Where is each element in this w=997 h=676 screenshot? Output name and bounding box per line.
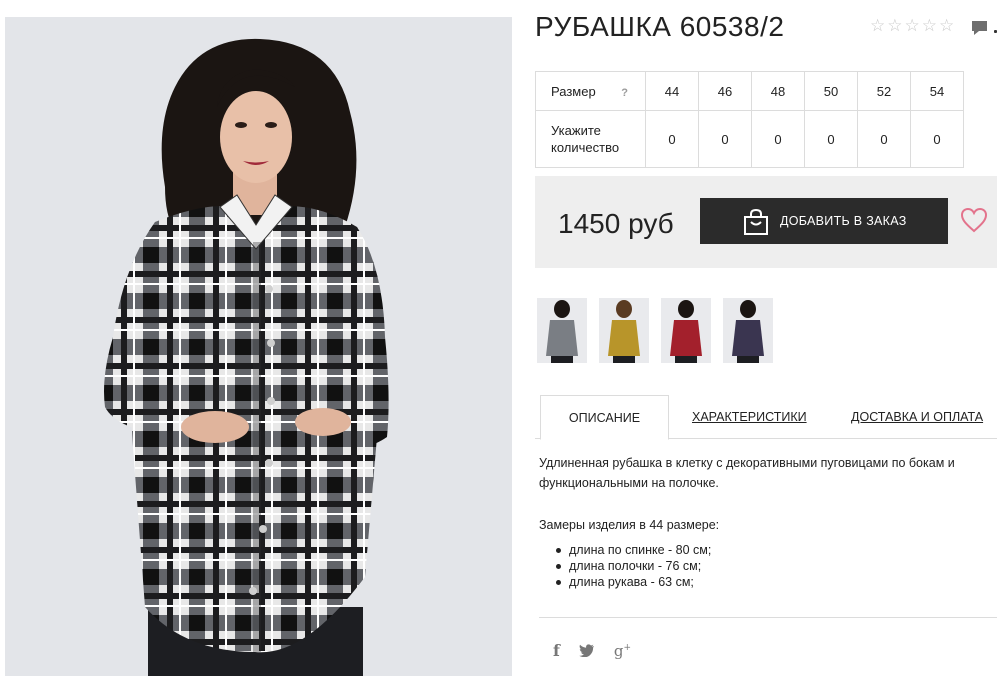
measurement-item: длина по спинке - 80 см;: [556, 542, 711, 558]
size-cell: 52: [857, 71, 911, 111]
size-cell: 44: [645, 71, 699, 111]
price-panel: 1450 руб ДОБАВИТЬ В ЗАКАЗ: [535, 176, 997, 268]
quantity-input[interactable]: 0: [804, 110, 858, 168]
star-icon[interactable]: ☆: [922, 17, 937, 35]
quantity-input[interactable]: 0: [751, 110, 805, 168]
measurements-title: Замеры изделия в 44 размере:: [539, 518, 720, 532]
add-to-order-label: ДОБАВИТЬ В ЗАКАЗ: [780, 214, 907, 228]
product-title: РУБАШКА 60538/2: [535, 11, 785, 42]
star-icon[interactable]: ☆: [905, 17, 920, 35]
size-cell: 46: [698, 71, 752, 111]
google-plus-icon[interactable]: g+: [614, 642, 631, 660]
tab-description[interactable]: ОПИСАНИЕ: [540, 395, 669, 440]
measurement-item: длина полочки - 76 см;: [556, 558, 711, 574]
thumbnail-gallery: [537, 298, 773, 363]
size-label: Размер: [551, 83, 596, 99]
size-quantity-table: Размер ? 44 46 48 50 52 54 Укажите колич…: [535, 71, 964, 168]
size-help-icon[interactable]: ?: [621, 85, 628, 102]
quantity-input[interactable]: 0: [857, 110, 911, 168]
social-share: f g+: [553, 641, 631, 660]
facebook-icon[interactable]: f: [553, 641, 560, 660]
quantity-label: Укажите количество: [535, 110, 646, 168]
size-cell: 50: [804, 71, 858, 111]
measurements-list: длина по спинке - 80 см; длина полочки -…: [556, 542, 711, 590]
size-cell: 54: [910, 71, 964, 111]
star-icon[interactable]: ☆: [939, 17, 954, 35]
size-cell: 48: [751, 71, 805, 111]
product-details: РУБАШКА 60538/2 ☆ ☆ ☆ ☆ ☆ Размер ? 44 46…: [535, 0, 997, 676]
quantity-input[interactable]: 0: [645, 110, 699, 168]
heart-icon[interactable]: [960, 207, 988, 233]
twitter-icon[interactable]: [578, 644, 595, 657]
product-price: 1450 руб: [558, 208, 674, 239]
thumbnail-navy[interactable]: [723, 298, 773, 363]
thumbnail-yellow[interactable]: [599, 298, 649, 363]
measurement-item: длина рукава - 63 см;: [556, 574, 711, 590]
product-tabs: ОПИСАНИЕ ХАРАКТЕРИСТИКИ ДОСТАВКА И ОПЛАТ…: [535, 395, 997, 440]
quantity-row: Укажите количество 0 0 0 0 0 0: [535, 110, 964, 168]
rating-stars[interactable]: ☆ ☆ ☆ ☆ ☆: [870, 17, 954, 35]
add-to-order-button[interactable]: ДОБАВИТЬ В ЗАКАЗ: [700, 198, 948, 244]
quantity-input[interactable]: 0: [910, 110, 964, 168]
tab-delivery-payment[interactable]: ДОСТАВКА И ОПЛАТА: [851, 395, 983, 439]
shopping-bag-icon: [744, 208, 768, 235]
product-description: Удлиненная рубашка в клетку с декоративн…: [539, 456, 955, 490]
product-main-photo[interactable]: [5, 17, 512, 676]
size-row: Размер ? 44 46 48 50 52 54: [535, 71, 964, 111]
size-label-cell: Размер ?: [535, 71, 646, 111]
quantity-input[interactable]: 0: [698, 110, 752, 168]
star-icon[interactable]: ☆: [887, 17, 902, 35]
divider: [539, 617, 997, 618]
thumbnail-gray[interactable]: [537, 298, 587, 363]
thumbnail-red[interactable]: [661, 298, 711, 363]
tab-characteristics[interactable]: ХАРАКТЕРИСТИКИ: [692, 395, 807, 439]
comment-icon[interactable]: [971, 20, 988, 36]
star-icon[interactable]: ☆: [870, 17, 885, 35]
